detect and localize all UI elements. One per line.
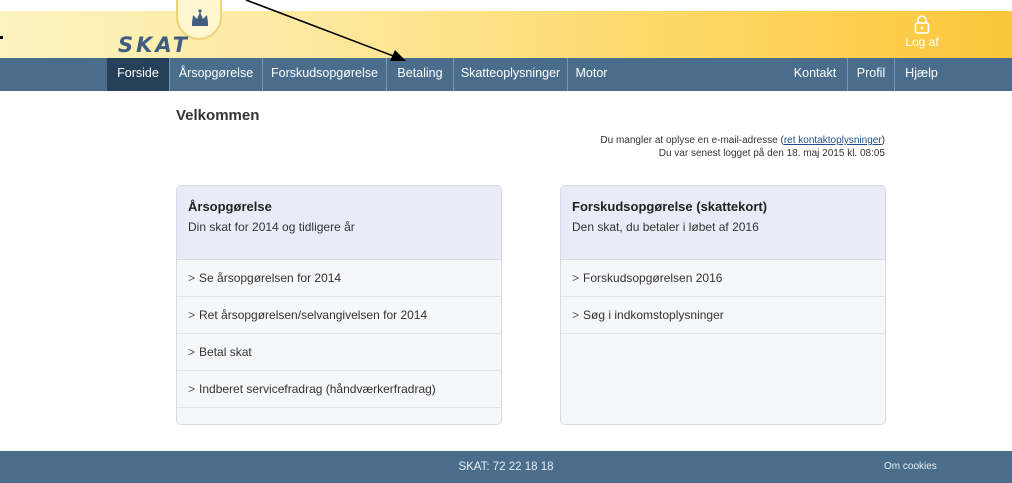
nav-item-kontakt[interactable]: Kontakt xyxy=(783,58,848,91)
nav-item-hjaelp[interactable]: Hjælp xyxy=(895,58,948,91)
notice-text-prefix: Du mangler at oplyse en e-mail-adresse ( xyxy=(600,135,784,146)
card-link-label: Se årsopgørelsen for 2014 xyxy=(199,271,342,285)
card-link-forskudsopgoerelsen[interactable]: > Forskudsopgørelsen 2016 xyxy=(561,260,885,297)
chevron-right-icon: > xyxy=(188,308,196,322)
card-link-se-aarsopgoerelse[interactable]: > Se årsopgørelsen for 2014 xyxy=(177,260,501,297)
annotation-dot xyxy=(0,36,3,39)
account-notice: Du mangler at oplyse en e-mail-adresse (… xyxy=(600,134,885,160)
notice-text-suffix: ) xyxy=(881,135,885,146)
card-link-label: Søg i indkomstoplysninger xyxy=(583,308,724,322)
chevron-right-icon: > xyxy=(188,345,196,359)
card-aarsopgoerelse: Årsopgørelse Din skat for 2014 og tidlig… xyxy=(176,185,502,425)
nav-item-aarsopgoerelse[interactable]: Årsopgørelse xyxy=(170,58,263,91)
card-link-label: Betal skat xyxy=(199,345,252,359)
edit-contact-link[interactable]: ret kontaktoplysninger xyxy=(784,135,882,146)
nav-item-skatteoplysninger[interactable]: Skatteoplysninger xyxy=(454,58,568,91)
card-subtitle: Din skat for 2014 og tidligere år xyxy=(188,220,355,234)
card-link-ret-aarsopgoerelse[interactable]: > Ret årsopgørelsen/selvangivelsen for 20… xyxy=(177,297,501,334)
chevron-right-icon: > xyxy=(188,271,196,285)
card-title[interactable]: Årsopgørelse xyxy=(188,199,490,214)
card-link-label: Forskudsopgørelsen 2016 xyxy=(583,271,723,285)
chevron-right-icon: > xyxy=(572,271,580,285)
card-title[interactable]: Forskudsopgørelse (skattekort) xyxy=(572,199,874,214)
logout-button[interactable]: Log af xyxy=(902,15,942,49)
card-link-indkomstoplysninger[interactable]: > Søg i indkomstoplysninger xyxy=(561,297,885,334)
lock-icon xyxy=(914,15,930,34)
nav-item-betaling[interactable]: Betaling xyxy=(387,58,454,91)
nav-item-forskudsopgoerelse[interactable]: Forskudsopgørelse xyxy=(263,58,387,91)
card-link-label: Ret årsopgørelsen/selvangivelsen for 201… xyxy=(199,308,428,322)
footer: SKAT: 72 22 18 18 Om cookies xyxy=(0,451,1012,483)
card-link-betal-skat[interactable]: > Betal skat xyxy=(177,334,501,371)
nav-item-forside[interactable]: Forside xyxy=(107,58,170,91)
chevron-right-icon: > xyxy=(572,308,580,322)
card-link-servicefradrag[interactable]: > Indberet servicefradrag (håndværkerfrad… xyxy=(177,371,501,408)
card-header: Årsopgørelse Din skat for 2014 og tidlig… xyxy=(177,186,501,260)
page: SKAT Log af Forside Årsopgørelse Forskud… xyxy=(0,0,1012,483)
page-title: Velkommen xyxy=(176,107,260,124)
cookies-link[interactable]: Om cookies xyxy=(884,451,937,483)
card-subtitle: Den skat, du betaler i løbet af 2016 xyxy=(572,220,759,234)
card-forskudsopgoerelse: Forskudsopgørelse (skattekort) Den skat,… xyxy=(560,185,886,425)
logo-text[interactable]: SKAT xyxy=(118,33,190,57)
nav-item-motor[interactable]: Motor xyxy=(568,58,615,91)
chevron-right-icon: > xyxy=(188,382,196,396)
crown-icon xyxy=(192,9,208,26)
card-link-label: Indberet servicefradrag (håndværkerfradr… xyxy=(199,382,436,396)
nav-item-profil[interactable]: Profil xyxy=(848,58,895,91)
footer-phone: SKAT: 72 22 18 18 xyxy=(458,461,554,473)
main-nav: Forside Årsopgørelse Forskudsopgørelse B… xyxy=(0,58,1012,91)
card-header: Forskudsopgørelse (skattekort) Den skat,… xyxy=(561,186,885,260)
last-login-text: Du var senest logget på den 18. maj 2015… xyxy=(658,148,885,159)
logout-label: Log af xyxy=(905,35,939,49)
